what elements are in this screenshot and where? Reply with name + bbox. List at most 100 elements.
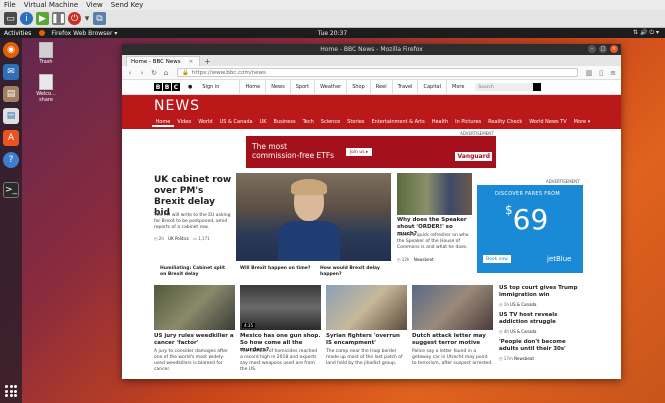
display-icon[interactable]: ▭ — [4, 12, 17, 25]
second-section[interactable]: Newsbeat — [414, 257, 434, 262]
story-image[interactable]: 4:35 — [240, 285, 321, 330]
software-center-icon[interactable]: A — [3, 130, 19, 146]
menu-virtual-machine[interactable]: Virtual Machine — [20, 1, 82, 9]
side-section[interactable]: US & Canada — [510, 302, 536, 307]
news-nav-item[interactable]: UK — [256, 119, 270, 127]
app-menu[interactable]: Firefox Web Browser ▾ — [45, 30, 117, 37]
news-nav-item[interactable]: Home — [152, 119, 174, 127]
window-title: Home - BBC News - Mozilla Firefox — [320, 46, 423, 53]
menu-send-key[interactable]: Send Key — [107, 1, 148, 9]
side-section[interactable]: US & Canada — [510, 329, 536, 334]
forward-icon[interactable]: › — [138, 69, 146, 77]
power-icon[interactable]: ⏻ — [68, 12, 81, 25]
related-link[interactable]: How would Brexit delay happen? — [320, 266, 392, 278]
story-image[interactable] — [412, 285, 493, 330]
tab-bbc-news[interactable]: Home - BBC News × — [126, 56, 200, 66]
terminal-icon[interactable]: >_ — [3, 182, 19, 198]
side-meta: ◷ 4h US & Canada — [499, 329, 537, 334]
gnav-news[interactable]: News — [265, 80, 290, 95]
ad-join-button[interactable]: Join us ▸ — [346, 148, 372, 156]
library-icon[interactable]: ▥ — [585, 69, 593, 77]
news-nav-item[interactable]: World — [195, 119, 216, 127]
signin-link[interactable]: Sign in — [202, 84, 219, 90]
news-nav-item[interactable]: Stories — [344, 119, 368, 127]
related-link[interactable]: Humiliating: Cabinet split on Brexit del… — [160, 266, 232, 278]
pause-icon[interactable]: ❚❚ — [51, 12, 66, 25]
vanguard-ad[interactable]: The most commission-free ETFs Join us ▸ … — [246, 136, 496, 168]
ad-price-value: 69 — [512, 203, 549, 236]
lead-comments[interactable]: 1,171 — [198, 236, 209, 241]
news-nav-item[interactable]: Tech — [299, 119, 317, 127]
files-icon[interactable]: ▤ — [3, 86, 19, 102]
gnav-home[interactable]: Home — [239, 80, 265, 95]
portrait-hair — [291, 179, 327, 195]
jetblue-ad[interactable]: DISCOVER FARES FROM $69 Book now jetBlue — [477, 185, 583, 273]
news-nav-item[interactable]: Science — [317, 119, 343, 127]
play-icon[interactable]: ▶ — [36, 12, 49, 25]
home-icon[interactable]: ⌂ — [162, 69, 170, 77]
story-image[interactable] — [326, 285, 407, 330]
thunderbird-icon[interactable]: ✉ — [3, 64, 19, 80]
close-icon[interactable]: × — [610, 45, 618, 53]
gnav-sport[interactable]: Sport — [289, 80, 314, 95]
story-headline[interactable]: Dutch attack letter may suggest terror m… — [412, 333, 493, 347]
system-tray[interactable]: ⇅ 🔊 ⏻ ▾ — [633, 29, 659, 37]
gnav-reel[interactable]: Reel — [369, 80, 392, 95]
news-nav-item[interactable]: Business — [270, 119, 299, 127]
activities-button[interactable]: Activities — [0, 30, 35, 37]
bbc-logo[interactable]: BBC — [154, 83, 180, 91]
news-nav-item[interactable]: Health — [428, 119, 451, 127]
lead-section[interactable]: UK Politics — [168, 236, 189, 241]
side-headline[interactable]: US TV host reveals addiction struggle — [499, 312, 583, 326]
search-icon[interactable] — [533, 83, 542, 91]
gnav-travel[interactable]: Travel — [391, 80, 418, 95]
user-icon[interactable]: ● — [188, 84, 192, 90]
news-nav-item[interactable]: More ▾ — [570, 119, 594, 127]
snapshot-icon[interactable]: ⧉ — [93, 12, 106, 25]
jetblue-logo: jetBlue — [547, 255, 572, 263]
reload-icon[interactable]: ↻ — [150, 69, 158, 77]
gnav-more[interactable]: More — [446, 80, 469, 95]
news-logo[interactable]: NEWS — [154, 98, 200, 114]
sidebar-icon[interactable]: ▯ — [597, 69, 605, 77]
side-headline[interactable]: US top court gives Trump immigration win — [499, 285, 583, 299]
gnav-weather[interactable]: Weather — [314, 80, 346, 95]
maximize-icon[interactable]: □ — [599, 45, 607, 53]
new-tab-icon[interactable]: + — [200, 57, 215, 66]
ad-book-button[interactable]: Book now — [483, 255, 511, 263]
desktop-icon-trash[interactable]: Trash — [32, 42, 60, 65]
info-icon[interactable]: i — [20, 12, 33, 25]
desktop-icon-welcome[interactable]: Welco... share — [32, 74, 60, 103]
news-nav-item[interactable]: World News TV — [526, 119, 571, 127]
gnav-capital[interactable]: Capital — [417, 80, 446, 95]
window-titlebar[interactable]: Home - BBC News - Mozilla Firefox – □ × — [122, 44, 621, 55]
related-link[interactable]: Will Brexit happen on time? — [240, 266, 312, 272]
menu-icon[interactable]: ≡ — [609, 69, 617, 77]
news-nav-item[interactable]: Reality Check — [485, 119, 526, 127]
speaker-image[interactable] — [397, 173, 472, 215]
search-input[interactable]: Search — [475, 83, 534, 91]
news-nav-item[interactable]: In Pictures — [452, 119, 485, 127]
menu-view[interactable]: View — [82, 1, 107, 9]
story-headline[interactable]: US jury rules weedkiller a cancer 'facto… — [154, 333, 235, 347]
story-image[interactable] — [154, 285, 235, 330]
minimize-icon[interactable]: – — [588, 45, 596, 53]
side-headline[interactable]: 'People don't become adults until their … — [499, 339, 583, 353]
help-icon[interactable]: ? — [3, 152, 19, 168]
firefox-icon[interactable]: ◉ — [3, 42, 19, 58]
show-apps-icon[interactable] — [5, 385, 17, 397]
side-section[interactable]: Newsbeat — [514, 356, 534, 361]
clock[interactable]: Tue 20:37 — [318, 30, 347, 37]
story-headline[interactable]: Syrian fighters 'overrun IS encampment' — [326, 333, 407, 347]
url-bar[interactable]: 🔒 https://www.bbc.com/news — [177, 68, 578, 77]
writer-icon[interactable]: ▤ — [3, 108, 19, 124]
news-nav-item[interactable]: Video — [174, 119, 195, 127]
menu-file[interactable]: File — [0, 1, 20, 9]
tab-close-icon[interactable]: × — [189, 59, 194, 65]
news-nav-item[interactable]: Entertainment & Arts — [368, 119, 428, 127]
lead-image[interactable] — [236, 173, 391, 261]
chevron-down-icon[interactable]: ▾ — [84, 12, 90, 25]
back-icon[interactable]: ‹ — [126, 69, 134, 77]
gnav-shop[interactable]: Shop — [346, 80, 370, 95]
news-nav-item[interactable]: US & Canada — [216, 119, 256, 127]
